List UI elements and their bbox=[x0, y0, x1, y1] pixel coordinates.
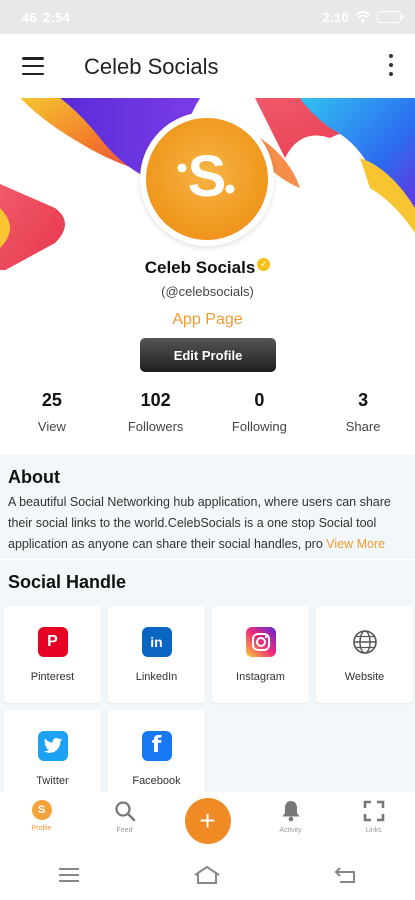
social-label: Website bbox=[344, 670, 385, 683]
nav-label: Links bbox=[365, 827, 382, 834]
app-bar: Celeb Socials bbox=[0, 34, 415, 98]
pinterest-icon: P bbox=[37, 626, 68, 657]
wifi-icon bbox=[355, 11, 371, 23]
back-icon bbox=[334, 867, 355, 883]
nav-links[interactable]: Links bbox=[332, 792, 415, 850]
status-time: 2:54 bbox=[43, 9, 71, 25]
search-icon bbox=[114, 801, 135, 822]
twitter-icon bbox=[37, 730, 68, 761]
view-more-link[interactable]: View More bbox=[326, 537, 385, 551]
nav-label: Profile bbox=[31, 825, 52, 832]
social-handle-title: Social Handle bbox=[8, 572, 127, 592]
profile-handle: (@celebsocials) bbox=[161, 284, 254, 299]
edit-profile-button[interactable]: Edit Profile bbox=[140, 338, 276, 372]
stat-share[interactable]: 3 Share bbox=[311, 390, 415, 442]
profile-avatar[interactable]: S bbox=[140, 112, 274, 246]
nav-label: Activity bbox=[279, 827, 302, 834]
nav-activity[interactable]: Activity bbox=[249, 792, 332, 850]
social-label: Instagram bbox=[236, 670, 285, 683]
svg-text:S: S bbox=[188, 144, 227, 209]
stat-following[interactable]: 0 Following bbox=[208, 390, 312, 442]
back-button[interactable] bbox=[326, 860, 366, 890]
about-section: About A beautiful Social Networking hub … bbox=[0, 455, 415, 559]
menu-lines-icon bbox=[59, 868, 80, 882]
social-label: LinkedIn bbox=[135, 670, 178, 683]
social-card-linkedin[interactable]: in LinkedIn bbox=[108, 606, 205, 703]
globe-icon bbox=[350, 627, 380, 657]
stat-label: View bbox=[37, 419, 66, 434]
avatar-logo: S bbox=[146, 118, 268, 240]
battery-icon bbox=[377, 11, 404, 23]
social-label: Facebook bbox=[132, 774, 181, 787]
instagram-icon bbox=[245, 626, 276, 657]
nav-label: Feed bbox=[116, 827, 133, 834]
stat-value: 3 bbox=[358, 390, 369, 410]
signal-text: 46 bbox=[22, 9, 38, 25]
stat-label: Following bbox=[231, 419, 287, 434]
stat-view[interactable]: 25 View bbox=[0, 390, 104, 442]
profile-name-row: Celeb Socials ✓ bbox=[0, 258, 415, 278]
stat-label: Share bbox=[345, 419, 381, 434]
profile-name: Celeb Socials bbox=[144, 258, 256, 277]
expand-icon bbox=[363, 800, 384, 822]
nav-add[interactable]: + bbox=[166, 792, 249, 850]
profile-avatar-icon: S bbox=[31, 800, 52, 820]
social-label: Pinterest bbox=[30, 670, 75, 683]
stat-followers[interactable]: 102 Followers bbox=[104, 390, 208, 442]
social-card-website[interactable]: Website bbox=[316, 606, 413, 703]
more-options-icon[interactable] bbox=[387, 54, 395, 76]
system-nav-bar bbox=[0, 850, 415, 900]
verified-badge-icon: ✓ bbox=[257, 258, 271, 271]
social-label: Twitter bbox=[36, 774, 69, 787]
home-icon bbox=[194, 865, 221, 884]
facebook-icon: f bbox=[141, 730, 172, 761]
recent-apps-button[interactable] bbox=[49, 860, 89, 890]
social-card-instagram[interactable]: Instagram bbox=[212, 606, 309, 703]
social-card-twitter[interactable]: Twitter bbox=[4, 710, 101, 792]
about-text: A beautiful Social Networking hub applic… bbox=[8, 492, 407, 555]
page-type-link[interactable]: App Page bbox=[0, 311, 415, 329]
social-card-facebook[interactable]: f Facebook bbox=[108, 710, 205, 792]
stat-value: 0 bbox=[254, 390, 265, 410]
nav-profile[interactable]: S Profile bbox=[0, 792, 83, 850]
stat-label: Followers bbox=[127, 419, 184, 434]
social-grid: P Pinterest in LinkedIn Instagram Websit… bbox=[4, 606, 413, 792]
menu-icon[interactable] bbox=[22, 57, 44, 75]
about-title: About bbox=[8, 467, 60, 487]
home-button[interactable] bbox=[187, 860, 227, 890]
stat-value: 102 bbox=[140, 390, 171, 410]
status-bar: 46 2:54 2.10 bbox=[0, 0, 415, 34]
social-card-pinterest[interactable]: P Pinterest bbox=[4, 606, 101, 703]
app-title: Celeb Socials bbox=[84, 54, 219, 79]
status-left: 46 2:54 bbox=[22, 10, 70, 25]
stat-value: 25 bbox=[41, 390, 62, 410]
celeb-socials-logo-icon: S bbox=[177, 144, 235, 209]
add-icon: + bbox=[184, 798, 231, 844]
network-speed: 2.10 bbox=[322, 9, 349, 25]
profile-stats: 25 View 102 Followers 0 Following 3 Shar… bbox=[0, 390, 415, 442]
social-handle-section: Social Handle P Pinterest in LinkedIn In… bbox=[0, 560, 415, 792]
linkedin-icon: in bbox=[141, 626, 172, 657]
status-right: 2.10 bbox=[322, 9, 404, 25]
nav-feed[interactable]: Feed bbox=[83, 792, 166, 850]
bell-icon bbox=[282, 801, 299, 822]
bottom-nav: S Profile Feed + Activity Links bbox=[0, 792, 415, 850]
